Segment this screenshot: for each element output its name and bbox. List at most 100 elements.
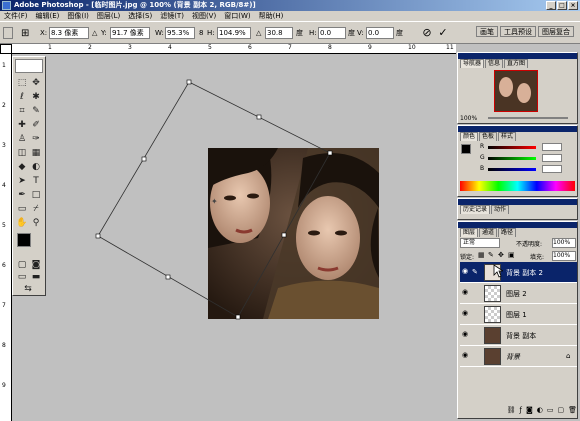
transform-handle[interactable] (141, 156, 147, 162)
transform-handle[interactable] (281, 232, 287, 238)
type-tool-icon[interactable]: T (30, 175, 42, 187)
foreground-color-swatch[interactable] (17, 233, 31, 247)
color-spectrum-bar[interactable] (460, 181, 575, 191)
tab-layers[interactable]: 图层 (460, 228, 479, 237)
lock-transparency-icon[interactable]: ▦ (478, 251, 485, 259)
history-panel: 历史记录 动作 (457, 198, 578, 220)
screen-mode-icon[interactable]: ▭ (16, 271, 28, 283)
dodge-tool-icon[interactable]: ◐ (30, 161, 42, 173)
navigator-zoom[interactable]: 100% (460, 115, 477, 122)
magic-wand-tool-icon[interactable]: ✱ (30, 91, 42, 103)
layer-name[interactable]: 背景 副本 2 (506, 268, 543, 278)
tab-histogram[interactable]: 直方图 (504, 59, 529, 68)
full-screen-mode-icon[interactable]: ▬ (30, 271, 42, 283)
shape-tool-icon[interactable]: □ (30, 189, 42, 201)
layer-name[interactable]: 背景 副本 (506, 331, 536, 341)
eye-icon[interactable]: ◉ (462, 310, 469, 317)
layer-row[interactable]: ◉ 图层 1 (460, 304, 577, 325)
hand-tool-icon[interactable]: ✋ (16, 217, 28, 229)
lock-image-icon[interactable]: ✎ (488, 251, 494, 259)
layer-name[interactable]: 背景 (506, 352, 520, 362)
transform-handle[interactable] (165, 274, 171, 280)
layer-row[interactable]: ◉ 图层 2 (460, 283, 577, 304)
eraser-tool-icon[interactable]: ◫ (16, 147, 28, 159)
navigator-zoom-slider[interactable] (488, 117, 568, 119)
eyedropper-tool-icon[interactable]: ⌿ (30, 203, 42, 215)
new-group-icon[interactable]: ▭ (547, 406, 554, 417)
blue-slider[interactable] (488, 168, 536, 171)
green-value-field[interactable] (542, 154, 562, 162)
quick-mask-icon[interactable]: ◙ (30, 259, 42, 271)
lock-position-icon[interactable]: ✥ (498, 251, 504, 259)
brush-icon: ✎ (472, 268, 478, 276)
tab-info[interactable]: 信息 (485, 59, 504, 68)
path-selection-tool-icon[interactable]: ➤ (16, 175, 28, 187)
layer-style-icon[interactable]: ƒ (519, 406, 521, 417)
crop-tool-icon[interactable]: ⌗ (16, 105, 28, 117)
toolbox: ⬚ ✥ ℓ ✱ ⌗ ✎ ✚ ✐ ♙ ✑ ◫ ▦ ◆ ◐ ➤ T ✒ □ ▭ ⌿ … (12, 56, 46, 296)
standard-mode-icon[interactable]: ▢ (16, 259, 28, 271)
transform-handle[interactable] (327, 150, 333, 156)
eye-icon[interactable]: ◉ (462, 331, 469, 338)
fill-input[interactable]: 100% (552, 251, 576, 261)
tab-channels[interactable]: 通道 (479, 228, 498, 237)
tab-paths[interactable]: 路径 (498, 228, 517, 237)
layer-thumbnail (484, 285, 501, 302)
layer-name[interactable]: 图层 2 (506, 289, 527, 299)
slice-tool-icon[interactable]: ✎ (30, 105, 42, 117)
layer-mask-icon[interactable]: ◙ (526, 406, 533, 417)
lock-all-icon[interactable]: ▣ (508, 251, 515, 259)
zoom-tool-icon[interactable]: ⚲ (30, 217, 42, 229)
healing-brush-tool-icon[interactable]: ✚ (16, 119, 28, 131)
brush-tool-icon[interactable]: ✐ (30, 119, 42, 131)
layer-row[interactable]: ◉ 背景 副本 (460, 325, 577, 346)
navigator-thumbnail[interactable] (494, 70, 538, 112)
mouse-cursor (493, 264, 503, 278)
transform-handle[interactable] (235, 314, 241, 320)
link-layers-icon[interactable]: ⛓ (507, 406, 516, 417)
red-slider[interactable] (488, 146, 536, 149)
transform-center-point[interactable]: ✦ (211, 197, 218, 206)
tab-styles[interactable]: 样式 (498, 132, 517, 141)
adobe-logo-icon[interactable] (15, 59, 43, 73)
marquee-tool-icon[interactable]: ⬚ (16, 77, 28, 89)
transform-handle[interactable] (186, 79, 192, 85)
blue-value-field[interactable] (542, 165, 562, 173)
eye-icon[interactable]: ◉ (462, 268, 469, 275)
transform-handle[interactable] (256, 114, 262, 120)
tab-navigator[interactable]: 导航器 (460, 59, 485, 68)
history-brush-tool-icon[interactable]: ✑ (30, 133, 42, 145)
jump-to-imageready-icon[interactable]: ⇆ (22, 283, 34, 295)
eye-icon[interactable]: ◉ (462, 352, 469, 359)
layers-panel: 图层 通道 路径 正常 不透明度: 100% 锁定: ▦ ✎ ✥ ▣ 填充: 1… (457, 221, 578, 419)
eye-icon[interactable]: ◉ (462, 289, 469, 296)
blend-mode-select[interactable]: 正常 (460, 238, 500, 248)
new-layer-icon[interactable]: ▢ (557, 406, 564, 417)
gradient-tool-icon[interactable]: ▦ (30, 147, 42, 159)
color-fg-swatch[interactable] (461, 144, 471, 154)
red-label: R (480, 143, 485, 150)
move-tool-icon[interactable]: ✥ (30, 77, 42, 89)
tab-color[interactable]: 颜色 (460, 132, 479, 141)
tab-actions[interactable]: 动作 (491, 205, 510, 214)
opacity-input[interactable]: 100% (552, 238, 576, 248)
green-label: G (480, 154, 485, 161)
layers-footer: ⛓ ƒ ◙ ◐ ▭ ▢ 🗑 (460, 406, 577, 417)
transform-handle[interactable] (95, 233, 101, 239)
tab-swatches[interactable]: 色板 (479, 132, 498, 141)
notes-tool-icon[interactable]: ▭ (16, 203, 28, 215)
lasso-tool-icon[interactable]: ℓ (16, 91, 28, 103)
layer-name[interactable]: 图层 1 (506, 310, 527, 320)
lock-label: 锁定: (460, 254, 475, 261)
adjustment-layer-icon[interactable]: ◐ (537, 406, 543, 417)
pen-tool-icon[interactable]: ✒ (16, 189, 28, 201)
layer-row[interactable]: ◉ ✎ 背景 副本 2 (460, 262, 577, 283)
delete-layer-icon[interactable]: 🗑 (568, 406, 577, 417)
clone-stamp-tool-icon[interactable]: ♙ (16, 133, 28, 145)
layer-thumbnail (484, 327, 501, 344)
tab-history[interactable]: 历史记录 (460, 205, 491, 214)
green-slider[interactable] (488, 157, 536, 160)
layer-row[interactable]: ◉ 背景 ⌂ (460, 346, 577, 367)
blur-tool-icon[interactable]: ◆ (16, 161, 28, 173)
red-value-field[interactable] (542, 143, 562, 151)
